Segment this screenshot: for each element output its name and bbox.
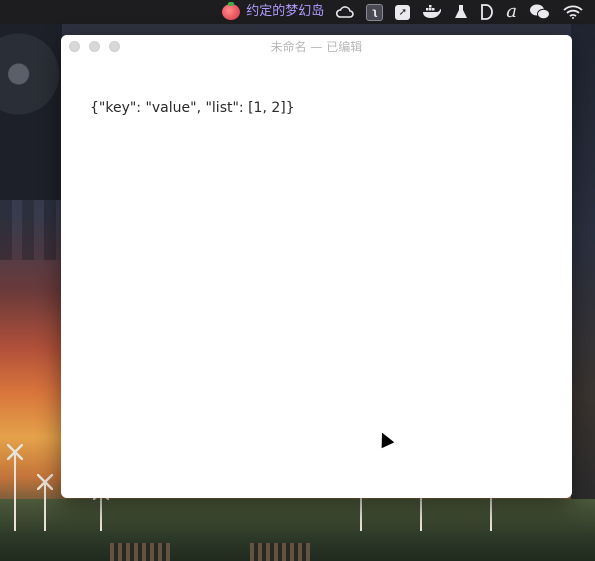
wifi-icon[interactable] [563,0,583,24]
paper-plane-icon[interactable]: ➚ [395,0,411,24]
tomato-icon[interactable] [222,0,241,24]
wechat-icon[interactable] [529,0,551,24]
editor-window: 未命名 — 已编辑 {"key": "value", "list": [1, 2… [61,35,572,498]
app-box-icon[interactable]: ʅ [366,0,384,24]
docker-whale-icon[interactable] [422,0,442,24]
wallpaper-right-edge [571,20,595,561]
wind-turbine [37,474,53,531]
document-text[interactable]: {"key": "value", "list": [1, 2]} [90,100,295,116]
flask-icon[interactable] [454,0,468,24]
menu-bar: 约定的梦幻岛 ʅ ➚ a [0,0,595,24]
script-a-icon[interactable]: a [506,0,517,24]
wallpaper-machine [0,20,62,200]
cloud-icon[interactable] [336,0,354,24]
wallpaper-rail [250,543,310,561]
window-title: 未命名 — 已编辑 [270,40,363,54]
window-titlebar[interactable]: 未命名 — 已编辑 [61,35,572,57]
wind-turbine [7,444,23,531]
desktop-wallpaper: 约定的梦幻岛 ʅ ➚ a 未命名 — 已编辑 {"key": "value", … [0,0,595,561]
pomodoro-task-label[interactable]: 约定的梦幻岛 [246,0,324,24]
d-logo-icon[interactable] [480,0,494,24]
wallpaper-rail [110,543,170,561]
